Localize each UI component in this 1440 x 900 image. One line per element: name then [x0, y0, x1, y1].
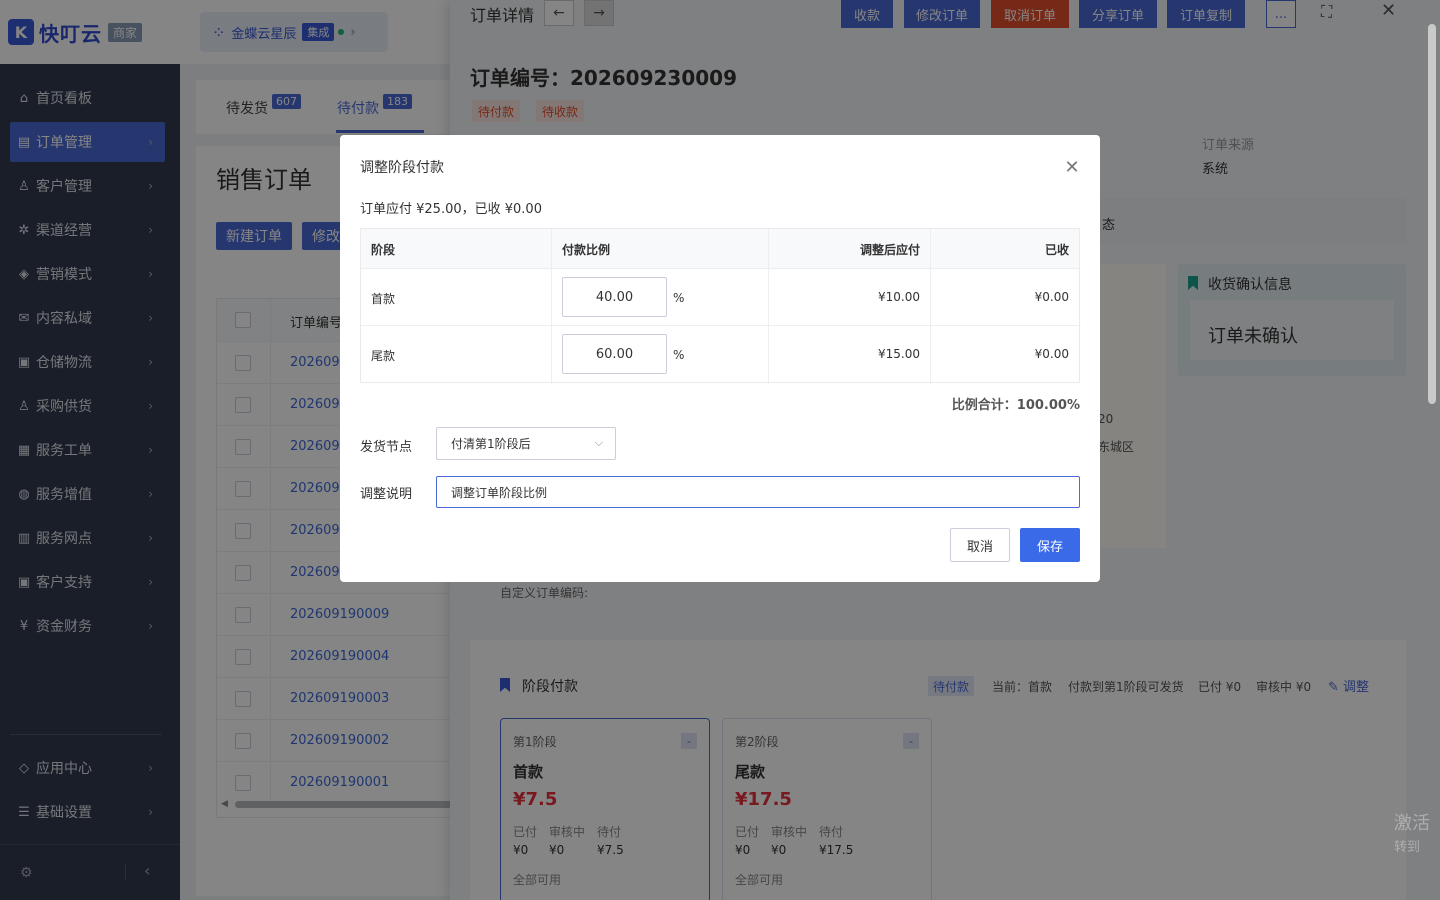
adjusted-amount: ¥10.00 [878, 290, 920, 304]
ship-node-select[interactable]: 付清第1阶段后 ⌵ [436, 427, 616, 460]
stage-ratio-table: 阶段 付款比例 调整后应付 已收 首款% ¥10.00 ¥0.00 尾款% ¥15.00… [360, 228, 1081, 384]
watermark-line: 转到 [1394, 840, 1421, 855]
dialog-title: 调整阶段付款 [360, 160, 444, 176]
ship-node-value: 付清第1阶段后 [451, 437, 531, 451]
ratio-input[interactable] [562, 334, 667, 374]
ratio-input[interactable] [562, 277, 667, 317]
note-input[interactable] [436, 476, 1080, 508]
adjusted-amount: ¥15.00 [878, 347, 920, 361]
stage-row: 尾款% ¥15.00 ¥0.00 [361, 326, 1079, 382]
activation-watermark: 激活 转到 [1394, 812, 1430, 860]
stage-name: 尾款 [371, 349, 396, 363]
ship-node-label: 发货节点 [360, 440, 413, 455]
header-ratio: 付款比例 [562, 243, 611, 257]
percent-unit: % [673, 348, 685, 362]
received-amount: ¥0.00 [1034, 290, 1069, 304]
note-label: 调整说明 [360, 487, 413, 502]
adjust-stage-payment-dialog: 调整阶段付款 ✕ 订单应付 ¥25.00，已收 ¥0.00 阶段 付款比例 调整… [340, 135, 1100, 582]
header-stage: 阶段 [371, 243, 396, 257]
close-icon[interactable]: ✕ [1060, 155, 1084, 179]
save-button[interactable]: 保存 [1020, 528, 1080, 562]
payment-summary: 订单应付 ¥25.00，已收 ¥0.00 [360, 202, 542, 217]
header-adjusted: 调整后应付 [859, 243, 920, 257]
stage-row: 首款% ¥10.00 ¥0.00 [361, 269, 1079, 325]
drawer-scrollbar[interactable] [1428, 24, 1436, 404]
received-amount: ¥0.00 [1034, 347, 1069, 361]
cancel-button[interactable]: 取消 [950, 528, 1010, 562]
ratio-total: 比例合计：100.00% [951, 398, 1080, 413]
chevron-down-icon: ⌵ [594, 436, 603, 449]
watermark-line: 激活 [1394, 813, 1430, 834]
table-header [361, 229, 1079, 269]
percent-unit: % [673, 291, 685, 305]
stage-name: 首款 [371, 292, 396, 306]
header-received: 已收 [1044, 243, 1069, 257]
